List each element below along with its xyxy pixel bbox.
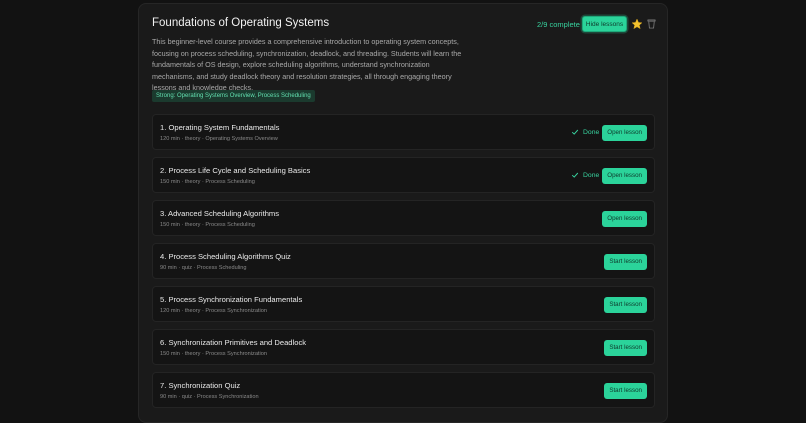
- lesson-meta: 150 min · theory · Process Scheduling: [160, 222, 255, 228]
- done-indicator: Done: [571, 128, 599, 136]
- lesson-meta: 150 min · theory · Process Scheduling: [160, 179, 255, 185]
- star-icon[interactable]: [631, 18, 643, 30]
- start-lesson-button[interactable]: Start lesson: [604, 254, 647, 270]
- lesson-meta: 90 min · quiz · Process Scheduling: [160, 265, 247, 271]
- open-lesson-button[interactable]: Open lesson: [602, 168, 647, 184]
- start-lesson-button[interactable]: Start lesson: [604, 297, 647, 313]
- done-label: Done: [583, 128, 600, 136]
- course-description: This beginner-level course provides a co…: [152, 37, 462, 93]
- lesson-card[interactable]: 2. Process Life Cycle and Scheduling Bas…: [152, 157, 655, 193]
- lesson-card[interactable]: 6. Synchronization Primitives and Deadlo…: [152, 329, 655, 365]
- open-lesson-button[interactable]: Open lesson: [602, 211, 647, 227]
- lesson-card[interactable]: 3. Advanced Scheduling Algorithms 150 mi…: [152, 200, 655, 236]
- lesson-card[interactable]: 7. Synchronization Quiz 90 min · quiz · …: [152, 372, 655, 408]
- lesson-title: 6. Synchronization Primitives and Deadlo…: [160, 338, 307, 347]
- course-card: Foundations of Operating Systems 2/9 com…: [138, 3, 668, 423]
- start-lesson-button[interactable]: Start lesson: [604, 340, 647, 356]
- check-icon: [571, 172, 579, 178]
- lesson-title: 2. Process Life Cycle and Scheduling Bas…: [160, 166, 311, 175]
- lesson-meta: 120 min · theory · Process Synchronizati…: [160, 308, 267, 314]
- lesson-card[interactable]: 5. Process Synchronization Fundamentals …: [152, 286, 655, 322]
- done-label: Done: [583, 171, 600, 179]
- lesson-title: 1. Operating System Fundamentals: [160, 123, 280, 132]
- lesson-card[interactable]: 1. Operating System Fundamentals 120 min…: [152, 114, 655, 150]
- open-lesson-button[interactable]: Open lesson: [602, 125, 647, 141]
- course-title: Foundations of Operating Systems: [152, 17, 330, 29]
- lesson-title: 7. Synchronization Quiz: [160, 381, 241, 390]
- lesson-title: 5. Process Synchronization Fundamentals: [160, 295, 303, 304]
- lesson-meta: 90 min · quiz · Process Synchronization: [160, 394, 259, 400]
- check-icon: [571, 129, 579, 135]
- hide-lessons-button[interactable]: Hide lessons: [582, 16, 627, 32]
- done-indicator: Done: [571, 171, 599, 179]
- lesson-meta: 120 min · theory · Operating Systems Ove…: [160, 136, 278, 142]
- lesson-card[interactable]: 4. Process Scheduling Algorithms Quiz 90…: [152, 243, 655, 279]
- trash-icon[interactable]: [647, 19, 656, 29]
- progress-text: 2/9 complete: [537, 20, 580, 29]
- lesson-title: 4. Process Scheduling Algorithms Quiz: [160, 252, 291, 261]
- strong-topics-badge: Strong: Operating Systems Overview, Proc…: [152, 90, 315, 102]
- lesson-meta: 150 min · theory · Process Synchronizati…: [160, 351, 267, 357]
- start-lesson-button[interactable]: Start lesson: [604, 383, 647, 399]
- lesson-title: 3. Advanced Scheduling Algorithms: [160, 209, 280, 218]
